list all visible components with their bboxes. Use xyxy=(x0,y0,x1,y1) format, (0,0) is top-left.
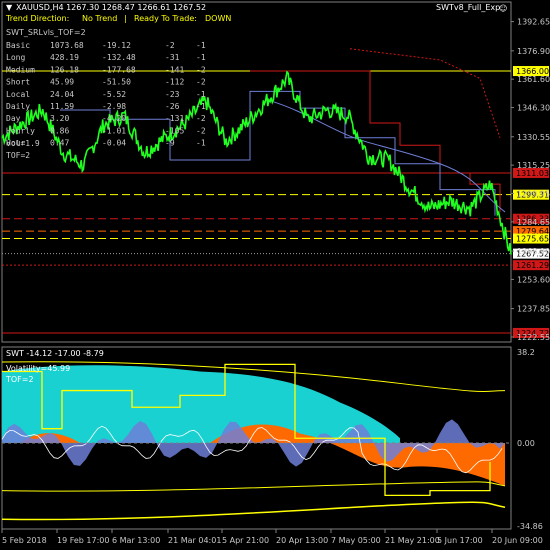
info-cell: -2.98 xyxy=(102,102,126,111)
info-cell: 3.20 xyxy=(50,114,69,123)
info-cell: Day xyxy=(6,114,21,123)
time-tick-label: 5 Feb 2018 xyxy=(2,536,47,545)
info-cell: -1 xyxy=(196,90,206,99)
info-cell: -141 xyxy=(165,65,184,74)
separator: | xyxy=(124,14,127,23)
info-cell: Short xyxy=(6,78,30,87)
smiley-icon[interactable]: ☺ xyxy=(499,4,507,13)
time-tick-label: 21 May 21:00 xyxy=(385,536,440,545)
time-tick-label: 20 Jun 09:00 xyxy=(492,536,543,545)
info-cell: -2 xyxy=(196,114,206,123)
osc-tick-label: 0.00 xyxy=(517,439,535,448)
info-cell: -1 xyxy=(196,41,206,50)
ready-label: Ready To Trade: xyxy=(134,14,197,23)
info-cell: -23 xyxy=(165,90,180,99)
info-cell: -1 xyxy=(196,102,206,111)
info-cell: 11.59 xyxy=(50,102,74,111)
info-cell: -2 xyxy=(196,126,206,135)
info-cell: -1 xyxy=(196,53,206,62)
info-cell: -5.52 xyxy=(102,90,126,99)
price-tick-label: 1299.95 xyxy=(517,189,550,198)
info-cell: -19.12 xyxy=(102,41,131,50)
trend-value: No Trend xyxy=(82,14,117,23)
price-tick-label: 1315.25 xyxy=(517,161,550,170)
info-cell: -1 xyxy=(196,139,206,148)
level-price-label: 1275.65 xyxy=(516,235,549,244)
time-tick-label: 5 Apr 21:00 xyxy=(222,536,269,545)
trading-chart[interactable]: 1366.001311.031299.311286.331279.641275.… xyxy=(0,0,550,550)
time-tick-label: 7 May 05:00 xyxy=(331,536,381,545)
time-tick-label: 5 Jun 17:00 xyxy=(437,536,483,545)
symbol-line: XAUUSD,H4 1267.30 1268.47 1266.61 1267.5… xyxy=(16,3,206,12)
price-tick-label: 1222.55 xyxy=(517,333,550,342)
info-cell: Local xyxy=(6,90,30,99)
expert-name: SWTv8_Full_Exp xyxy=(436,3,500,12)
info-cell: 0.47 xyxy=(50,139,69,148)
info-cell: 0.86 xyxy=(50,126,69,135)
price-tick-label: 1284.65 xyxy=(517,218,550,227)
price-tick-label: 1392.65 xyxy=(517,18,550,27)
info-cell: -31 xyxy=(165,53,180,62)
price-tick-label: 1330.55 xyxy=(517,133,550,142)
info-cell: 1073.68 xyxy=(50,41,84,50)
info-cell: -131 xyxy=(165,114,184,123)
info-cell: -1.01 xyxy=(102,126,126,135)
time-tick-label: 6 Mar 13:00 xyxy=(112,536,160,545)
ready-value: DOWN xyxy=(205,14,231,23)
info-cell: -26 xyxy=(165,102,180,111)
price-tick-label: 1376.90 xyxy=(517,47,550,56)
info-cell: Basic xyxy=(6,41,30,50)
info-cell: Hourly xyxy=(6,126,35,135)
level-price-label: 1311.03 xyxy=(516,169,549,178)
osc-title: SWT -14.12 -17.00 -8.79 xyxy=(6,349,104,358)
price-tick-label: 1361.60 xyxy=(517,75,550,84)
info-cell: Daily xyxy=(6,102,30,111)
info-cell: -4.20 xyxy=(102,114,126,123)
price-tick-label: 1346.30 xyxy=(517,104,550,113)
info-cell: -2 xyxy=(196,78,206,87)
info-cell: 45.99 xyxy=(50,78,74,87)
info-cell: -0.04 xyxy=(102,139,126,148)
time-tick-label: 19 Feb 17:00 xyxy=(57,536,109,545)
info-cell: 428.19 xyxy=(50,53,79,62)
info-cell: 24.04 xyxy=(50,90,74,99)
info-cell: -9 xyxy=(165,139,175,148)
trend-label: Trend Direction: xyxy=(5,14,69,23)
info-cell: Medium xyxy=(6,65,35,74)
price-tick-label: 1268.90 xyxy=(517,247,550,256)
level-price-label: 1261.29 xyxy=(516,261,549,270)
osc-volatility: Volatility=45.99 xyxy=(6,364,70,373)
price-tick-label: 1253.60 xyxy=(517,275,550,284)
info-cell: -2 xyxy=(165,41,175,50)
info-cell: -112 xyxy=(165,78,184,87)
osc-tof: TOF=2 xyxy=(5,375,34,384)
price-tick-label: 1237.85 xyxy=(517,305,550,314)
time-tick-label: 21 Mar 04:01 xyxy=(168,536,221,545)
info-cell: -51.50 xyxy=(102,78,131,87)
osc-tick-label: 38.2 xyxy=(517,348,535,357)
info-cell: Long xyxy=(6,53,25,62)
info-cell: -105 xyxy=(165,126,184,135)
info-cell: 126.18 xyxy=(50,65,79,74)
info-cell: -2 xyxy=(196,65,206,74)
info-extra: TOF=2 xyxy=(6,151,30,160)
info-extra: Vol=1.9 xyxy=(6,139,40,148)
time-tick-label: 20 Apr 13:00 xyxy=(276,536,328,545)
info-title: SWT_SRLvls_TOF=2 xyxy=(6,28,86,37)
info-cell: -132.48 xyxy=(102,53,136,62)
osc-tick-label: -34.86 xyxy=(517,522,543,531)
symbol-arrow-icon: ▼ xyxy=(6,3,13,12)
info-cell: -177.68 xyxy=(102,65,136,74)
